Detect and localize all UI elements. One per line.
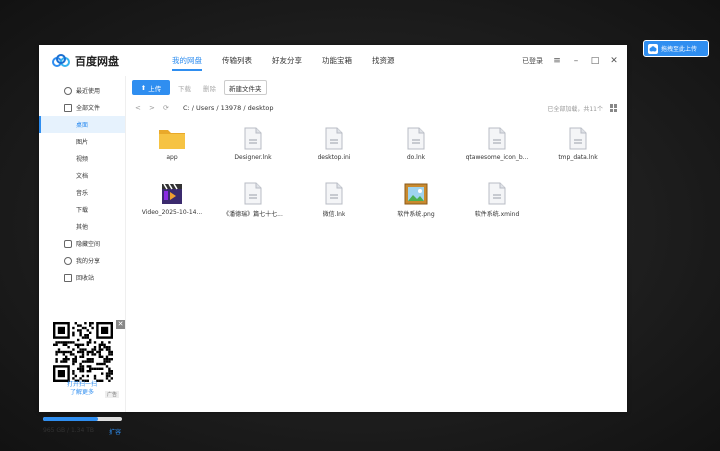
storage-fill <box>43 417 99 421</box>
video-file-icon <box>161 181 183 205</box>
sidebar-item-desktop[interactable]: 桌面 <box>39 116 125 133</box>
ad-close-button[interactable]: ✕ <box>116 320 125 329</box>
file-name: tmp_data.lnk <box>558 154 598 161</box>
document-icon <box>325 181 343 205</box>
file-item[interactable]: 软件系统.png <box>376 181 456 218</box>
title-bar: 百度网盘 我的网盘 传输列表 好友分享 功能宝箱 找资源 已登录 ≡ – □ ✕ <box>39 45 627 76</box>
file-name: 软件系统.xmind <box>474 211 520 218</box>
file-name: 软件系统.png <box>397 211 435 218</box>
sidebar-item-images[interactable]: 图片 <box>39 133 125 150</box>
file-icon <box>64 103 72 112</box>
storage-text: 965 GB / 1.34 TB <box>43 427 95 434</box>
file-item[interactable]: 《潘德瑞》篇七十七... <box>213 181 293 218</box>
clock-icon <box>64 86 72 95</box>
app-name: 百度网盘 <box>75 54 119 68</box>
sidebar-item-other[interactable]: 其他 <box>39 218 125 235</box>
document-icon <box>569 126 587 150</box>
trash-icon <box>64 273 72 282</box>
top-tabs: 我的网盘 传输列表 好友分享 功能宝箱 找资源 <box>162 45 405 76</box>
file-item[interactable]: qtawesome_icon_b... <box>457 126 537 161</box>
tab-toolbox[interactable]: 功能宝箱 <box>312 45 362 76</box>
tab-friend-share[interactable]: 好友分享 <box>262 45 312 76</box>
document-icon <box>244 126 262 150</box>
document-icon <box>244 181 262 205</box>
upload-button[interactable]: ⬆ 上传 <box>132 80 170 95</box>
document-icon <box>488 181 506 205</box>
file-name: Designer.lnk <box>234 154 272 161</box>
sidebar-item-downloads[interactable]: 下载 <box>39 201 125 218</box>
folder-icon <box>158 126 186 150</box>
file-item[interactable]: app <box>132 126 212 161</box>
sidebar-item-my-share[interactable]: 我的分享 <box>39 252 125 269</box>
baidu-netdisk-logo-icon <box>52 53 70 67</box>
file-name: desktop.ini <box>317 154 351 161</box>
login-status[interactable]: 已登录 <box>522 56 543 66</box>
app-window: 百度网盘 我的网盘 传输列表 好友分享 功能宝箱 找资源 已登录 ≡ – □ ✕… <box>39 45 627 436</box>
drag-upload-button[interactable]: 拖拽至此上传 <box>643 40 709 57</box>
main-panel: ⬆ 上传 下载 删除 新建文件夹 < > ⟳ C: / Users / 1397… <box>127 76 627 412</box>
file-name: do.lnk <box>406 154 426 161</box>
toolbar: ⬆ 上传 下载 删除 新建文件夹 <box>132 80 267 96</box>
download-button[interactable]: 下载 <box>174 80 195 95</box>
storage-bar <box>43 417 122 421</box>
file-item[interactable]: 微信.lnk <box>294 181 374 218</box>
file-name: app <box>166 154 178 161</box>
app-logo: 百度网盘 <box>52 53 162 69</box>
sidebar-item-videos[interactable]: 视频 <box>39 150 125 167</box>
sidebar-item-music[interactable]: 音乐 <box>39 184 125 201</box>
window-controls: 已登录 ≡ – □ ✕ <box>522 45 619 76</box>
cloud-icon <box>648 43 658 54</box>
menu-icon[interactable]: ≡ <box>552 56 562 66</box>
file-name: qtawesome_icon_b... <box>465 154 529 161</box>
file-item[interactable]: tmp_data.lnk <box>538 126 618 161</box>
document-icon <box>488 126 506 150</box>
file-item[interactable]: Designer.lnk <box>213 126 293 161</box>
sidebar-item-label: 最近使用 <box>76 88 101 95</box>
lock-icon <box>64 239 72 248</box>
load-status: 已全部加载，共11个 <box>547 105 603 113</box>
sidebar-item-label: 我的分享 <box>76 258 101 265</box>
breadcrumb[interactable]: C: / Users / 13978 / desktop <box>183 104 274 112</box>
file-item[interactable]: do.lnk <box>376 126 456 161</box>
grid-view-icon[interactable] <box>610 104 618 112</box>
refresh-icon[interactable]: ⟳ <box>163 104 177 112</box>
sidebar-item-private-space[interactable]: 隐藏空间 <box>39 235 125 252</box>
file-name: 微信.lnk <box>322 211 346 218</box>
new-folder-button[interactable]: 新建文件夹 <box>224 80 267 95</box>
qr-caption-line-1: 打开扫一扫 <box>66 381 97 388</box>
file-item[interactable]: Video_2025-10-14... <box>132 181 212 216</box>
maximize-icon[interactable]: □ <box>590 56 600 66</box>
sidebar-item-label: 隐藏空间 <box>76 241 101 248</box>
document-icon <box>325 126 343 150</box>
drag-upload-label: 拖拽至此上传 <box>661 46 698 53</box>
document-icon <box>407 126 425 150</box>
image-file-icon <box>404 181 428 205</box>
tab-my-disk[interactable]: 我的网盘 <box>162 45 212 76</box>
close-icon[interactable]: ✕ <box>609 56 619 66</box>
file-name: 《潘德瑞》篇七十七... <box>223 211 283 218</box>
share-icon <box>64 256 72 265</box>
ad-tag: 广告 <box>105 391 120 398</box>
sidebar-item-documents[interactable]: 文档 <box>39 167 125 184</box>
tab-transfer-list[interactable]: 传输列表 <box>212 45 262 76</box>
delete-button[interactable]: 删除 <box>199 80 220 95</box>
upload-icon: ⬆ <box>140 83 147 92</box>
sidebar: 最近使用 全部文件 桌面 图片 视频 文档 音乐 下载 其他 隐藏空间 我的分享… <box>39 76 126 436</box>
back-icon[interactable]: < <box>135 104 149 112</box>
minimize-icon[interactable]: – <box>571 56 581 66</box>
tab-find-resources[interactable]: 找资源 <box>362 45 405 76</box>
file-item[interactable]: 软件系统.xmind <box>457 181 537 218</box>
forward-icon[interactable]: > <box>149 104 163 112</box>
sidebar-item-recent[interactable]: 最近使用 <box>39 82 125 99</box>
qr-code <box>53 322 113 382</box>
sidebar-item-all-files[interactable]: 全部文件 <box>39 99 125 116</box>
expand-storage-link[interactable]: 扩容 <box>109 427 121 436</box>
upload-label: 上传 <box>148 84 162 93</box>
sidebar-item-label: 全部文件 <box>76 105 101 112</box>
file-name: Video_2025-10-14... <box>141 209 203 216</box>
sidebar-item-recycle[interactable]: 回收站 <box>39 269 125 286</box>
sidebar-item-label: 回收站 <box>76 275 95 282</box>
file-item[interactable]: desktop.ini <box>294 126 374 161</box>
